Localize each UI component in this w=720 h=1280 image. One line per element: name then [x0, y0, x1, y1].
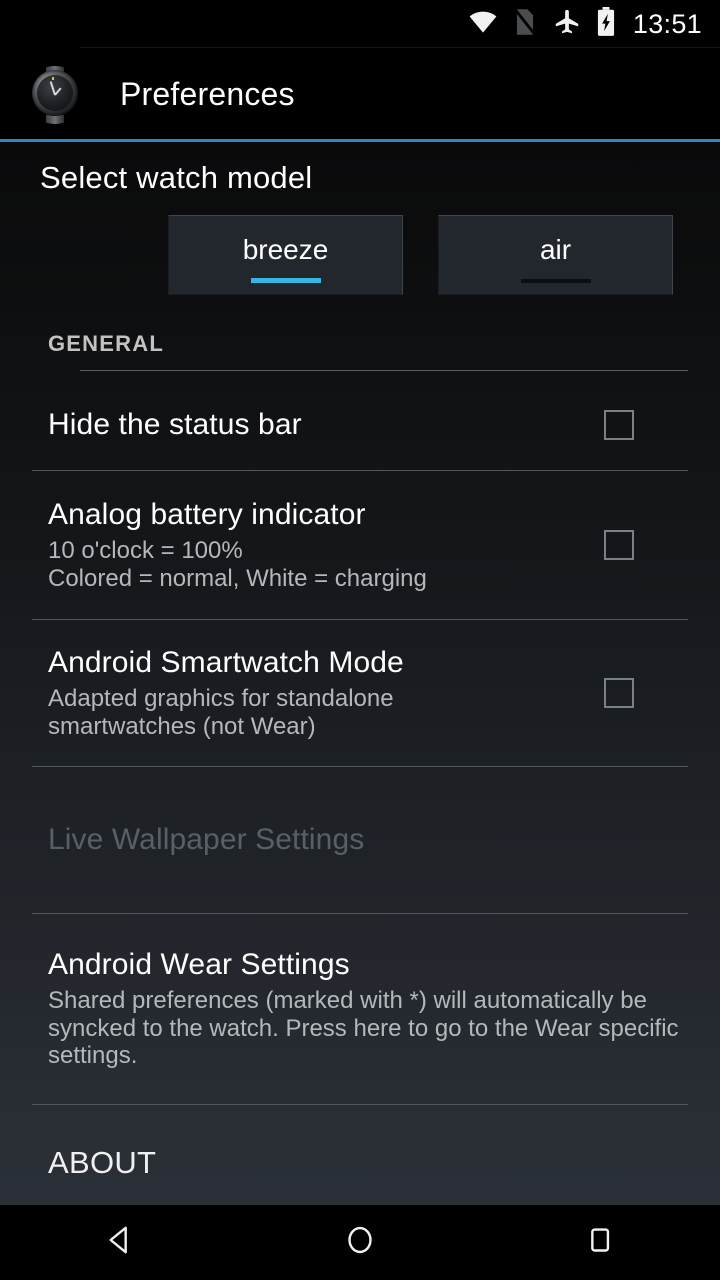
watch-model-header: Select watch model	[40, 160, 313, 195]
pref-row-analog-battery-indicator[interactable]: Analog battery indicator 10 o'clock = 10…	[0, 471, 720, 619]
recents-icon	[583, 1223, 617, 1262]
status-bar-clock: 13:51	[632, 8, 702, 39]
pref-row-hide-status-bar[interactable]: Hide the status bar	[0, 380, 720, 470]
pref-title-hide-status-bar: Hide the status bar	[48, 408, 302, 441]
pref-summary-analog-battery-indicator: 10 o'clock = 100% Colored = normal, Whit…	[48, 537, 427, 592]
recents-button[interactable]	[540, 1205, 660, 1280]
android-preferences-screen: 13:51 Preferences Select watch model bre…	[0, 0, 720, 1280]
airplane-mode-icon	[552, 7, 582, 42]
section-header-general-label: GENERAL	[48, 331, 164, 356]
pref-text-hide-status-bar: Hide the status bar	[32, 408, 604, 442]
tab-breeze[interactable]: breeze	[168, 215, 403, 295]
pref-row-android-wear-settings[interactable]: Android Wear Settings Shared preferences…	[0, 914, 720, 1104]
pref-row-android-smartwatch-mode[interactable]: Android Smartwatch Mode Adapted graphics…	[0, 620, 720, 766]
pref-divider	[32, 1104, 688, 1105]
back-button[interactable]	[60, 1205, 180, 1280]
pref-row-live-wallpaper-settings: Live Wallpaper Settings	[0, 767, 720, 913]
action-bar: Preferences	[0, 48, 720, 141]
pref-summary-android-smartwatch-mode: Adapted graphics for standalone smartwat…	[48, 685, 394, 740]
tab-breeze-indicator	[250, 278, 321, 283]
pref-text-android-smartwatch-mode: Android Smartwatch Mode Adapted graphics…	[32, 646, 604, 740]
checkbox-android-smartwatch-mode[interactable]	[604, 678, 634, 708]
pref-title-live-wallpaper-settings: Live Wallpaper Settings	[48, 823, 365, 856]
tab-air[interactable]: air	[438, 215, 673, 295]
pref-title-android-smartwatch-mode: Android Smartwatch Mode	[48, 646, 404, 680]
pref-title-analog-battery-indicator: Analog battery indicator	[48, 498, 366, 532]
section-header-about-label: ABOUT	[48, 1145, 157, 1180]
section-header-general-rule	[80, 370, 688, 371]
checkbox-hide-status-bar[interactable]	[604, 410, 634, 440]
home-icon	[343, 1223, 377, 1262]
checkbox-analog-battery-indicator[interactable]	[604, 530, 634, 560]
battery-charging-icon	[595, 6, 617, 42]
tab-breeze-label: breeze	[242, 234, 329, 265]
no-sim-icon	[511, 6, 539, 42]
pref-text-android-wear-settings: Android Wear Settings Shared preferences…	[32, 948, 688, 1069]
page-title: Preferences	[120, 76, 295, 112]
pref-text-analog-battery-indicator: Analog battery indicator 10 o'clock = 10…	[32, 498, 604, 592]
section-header-general: GENERAL	[0, 331, 720, 371]
tab-air-indicator	[520, 279, 591, 283]
pref-text-live-wallpaper-settings: Live Wallpaper Settings	[32, 823, 688, 857]
watch-model-tab-strip: breeze air	[0, 215, 720, 295]
section-header-about: ABOUT	[0, 1145, 720, 1181]
wifi-icon	[468, 7, 498, 42]
home-button[interactable]	[300, 1205, 420, 1280]
navigation-bar	[0, 1205, 720, 1280]
watch-app-icon	[26, 65, 84, 124]
pref-summary-android-wear-settings: Shared preferences (marked with *) will …	[48, 987, 679, 1070]
tab-air-label: air	[539, 234, 572, 265]
preferences-list: Select watch model breeze air GENERAL Hi…	[0, 142, 720, 1205]
status-bar: 13:51	[0, 0, 720, 48]
back-icon	[103, 1223, 137, 1262]
pref-title-android-wear-settings: Android Wear Settings	[48, 948, 350, 982]
